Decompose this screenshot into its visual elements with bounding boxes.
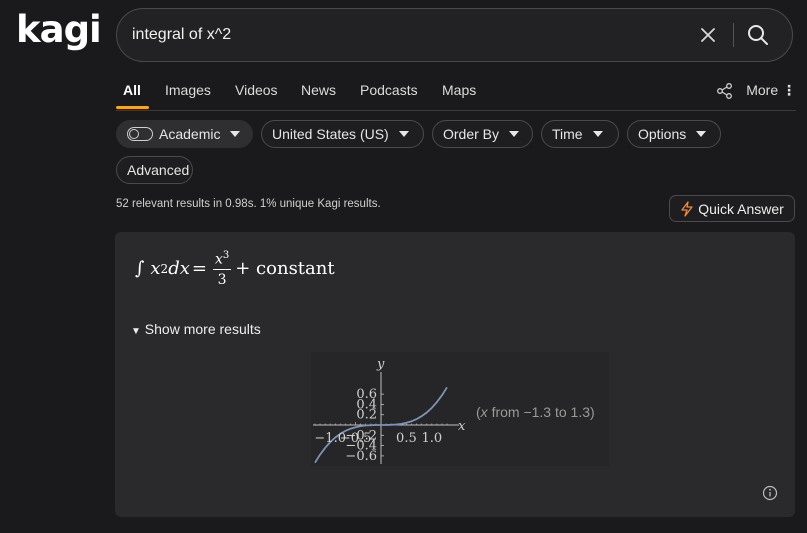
- integral-formula: ∫ x 2 dx = x3 3 + constant: [135, 250, 335, 288]
- range-text: from −1.3 to 1.3): [491, 404, 595, 420]
- triangle-down-icon: ▼: [131, 326, 141, 337]
- order-filter[interactable]: Order By: [432, 120, 533, 148]
- x-axis-label: x: [458, 419, 466, 434]
- quick-answer-label: Quick Answer: [698, 200, 784, 217]
- order-label: Order By: [443, 126, 500, 142]
- search-icon[interactable]: [746, 23, 770, 47]
- chevron-down-icon: [509, 131, 520, 137]
- more-menu[interactable]: More ⋮: [746, 82, 796, 99]
- integrand-base: x: [150, 258, 161, 280]
- chevron-down-icon: [230, 131, 241, 137]
- share-icon[interactable]: [716, 82, 734, 100]
- differential: dx: [168, 258, 190, 280]
- result-stats: 52 relevant results in 0.98s. 1% unique …: [116, 198, 381, 210]
- denominator: 3: [217, 271, 227, 288]
- clear-icon[interactable]: [697, 24, 719, 46]
- kagi-logo[interactable]: kagi: [16, 8, 102, 51]
- x-tick-label: 1.0: [421, 431, 442, 446]
- search-divider: [733, 23, 734, 47]
- time-filter[interactable]: Time: [541, 120, 619, 148]
- tab-videos[interactable]: Videos: [235, 82, 278, 98]
- equals-sign: =: [191, 258, 207, 280]
- plot-range-note: (x from −1.3 to 1.3): [476, 404, 595, 420]
- answer-card: ∫ x 2 dx = x3 3 + constant ▼ Show more res…: [115, 232, 795, 517]
- y-tick-label: −0.6: [345, 449, 377, 464]
- region-filter[interactable]: United States (US): [261, 120, 424, 148]
- time-label: Time: [552, 126, 583, 142]
- more-label: More: [746, 82, 779, 98]
- info-icon[interactable]: [762, 485, 778, 501]
- constant-term: + constant: [235, 258, 335, 280]
- kebab-icon: ⋮: [782, 82, 796, 98]
- options-filter[interactable]: Options: [627, 120, 721, 148]
- chevron-down-icon: [398, 131, 409, 137]
- toggle-icon[interactable]: [127, 127, 153, 141]
- fraction: x3 3: [212, 250, 232, 288]
- chevron-down-icon: [592, 131, 603, 137]
- quick-answer-button[interactable]: Quick Answer: [669, 195, 795, 222]
- search-bar: [116, 8, 793, 62]
- tab-podcasts[interactable]: Podcasts: [360, 82, 418, 98]
- region-label: United States (US): [272, 126, 389, 142]
- y-tick-label: 0.2: [356, 408, 377, 423]
- numerator-base: x: [214, 251, 223, 268]
- x-tick-label: 0.5: [396, 431, 417, 446]
- show-more-results[interactable]: ▼ Show more results: [131, 321, 261, 337]
- options-label: Options: [638, 126, 687, 142]
- advanced-button[interactable]: Advanced: [116, 156, 193, 184]
- y-axis-label: y: [376, 357, 385, 372]
- numerator-exponent: 3: [222, 250, 230, 261]
- tab-images[interactable]: Images: [165, 82, 211, 98]
- tab-maps[interactable]: Maps: [442, 82, 476, 98]
- academic-filter[interactable]: Academic: [116, 120, 253, 148]
- active-tab-indicator: [116, 106, 149, 109]
- chevron-down-icon: [696, 131, 707, 137]
- search-tabs: All Images Videos News Podcasts Maps Mor…: [116, 74, 796, 111]
- show-more-label: Show more results: [144, 321, 261, 337]
- academic-label: Academic: [159, 126, 221, 142]
- integrand-exponent: 2: [160, 261, 169, 276]
- tab-news[interactable]: News: [301, 82, 336, 98]
- lightning-icon: [681, 200, 693, 217]
- tab-all[interactable]: All: [123, 82, 141, 98]
- advanced-label: Advanced: [127, 162, 190, 178]
- integral-sign: ∫: [135, 258, 145, 280]
- search-input[interactable]: [117, 25, 697, 45]
- range-variable: x: [480, 404, 488, 420]
